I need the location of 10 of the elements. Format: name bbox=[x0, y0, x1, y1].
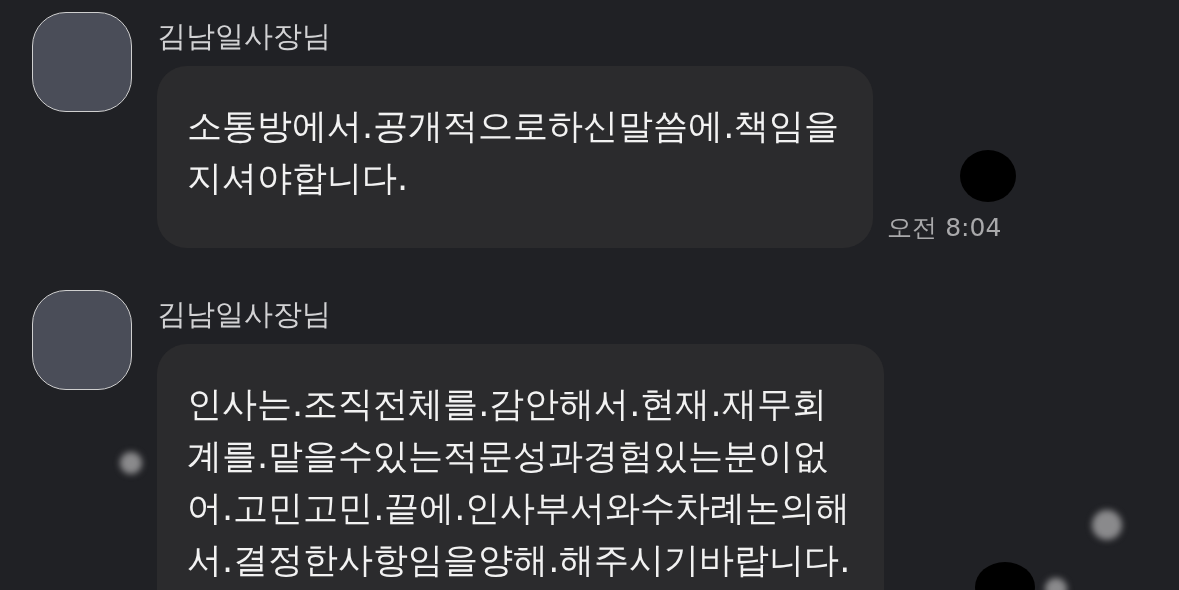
blur-dot bbox=[1092, 510, 1122, 540]
message-bubble: 인사는.조직전체를.감안해서.현재.재무회 계를.맡을수있는적문성과경험있는분이없 어.고민고민.끝에.인사부서와수차례논의해 서.결정한사항임을양해.해주시기바랍니다. bbox=[157, 344, 885, 590]
sender-name: 김남일사장님 bbox=[157, 18, 332, 54]
sender-name: 김남일사장님 bbox=[157, 296, 332, 332]
profile-photo-placeholder[interactable] bbox=[32, 12, 132, 112]
blur-dot bbox=[120, 452, 142, 474]
profile-photo-placeholder[interactable] bbox=[32, 290, 132, 390]
message-time: 오전 8:04 bbox=[887, 212, 1002, 244]
redaction-mark bbox=[960, 150, 1016, 202]
message-bubble: 소통방에서.공개적으로하신말씀에.책임을 지셔야합니다. bbox=[157, 66, 874, 248]
